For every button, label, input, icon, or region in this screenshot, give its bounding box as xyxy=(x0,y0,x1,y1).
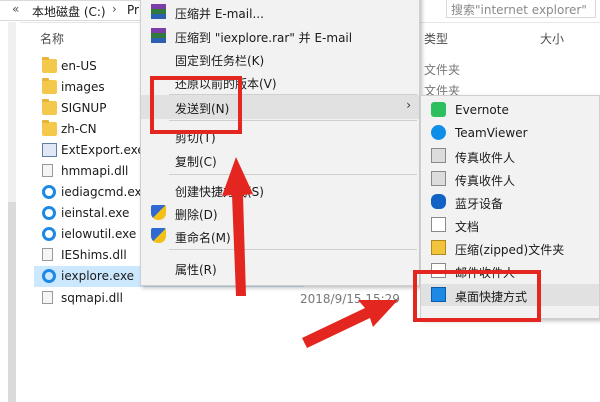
arrow-to-desktop-shortcut-icon xyxy=(302,300,398,348)
arrow-to-send-to-icon xyxy=(222,157,253,296)
annotation-arrows xyxy=(222,157,398,348)
